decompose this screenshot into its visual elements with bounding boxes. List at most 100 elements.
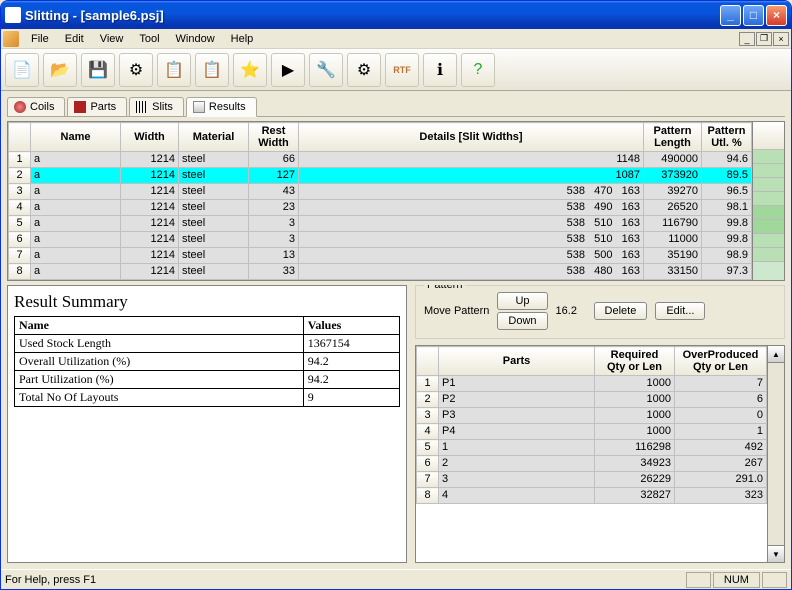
help-button[interactable]: ? — [461, 53, 495, 87]
tab-parts[interactable]: Parts — [67, 97, 127, 116]
mdi-restore-button[interactable]: ❐ — [756, 32, 772, 46]
rtf-button[interactable]: RTF — [385, 53, 419, 87]
menu-edit[interactable]: Edit — [57, 31, 92, 47]
menu-tool[interactable]: Tool — [131, 31, 167, 47]
coils-icon — [14, 101, 26, 113]
table-row[interactable]: 8432827323 — [417, 488, 767, 504]
scroll-up-icon[interactable]: ▲ — [768, 346, 784, 363]
mdi-buttons: _ ❐ × — [739, 32, 789, 46]
menu-window[interactable]: Window — [168, 31, 223, 47]
table-row[interactable]: 7a1214steel13538 500 1633519098.9 — [9, 248, 752, 264]
parts-col-rownum[interactable] — [417, 347, 439, 376]
tab-parts-label: Parts — [90, 101, 116, 113]
parts-scrollbar[interactable]: ▲ ▼ — [768, 345, 785, 563]
gear-button[interactable]: ⚙ — [347, 53, 381, 87]
tab-results-label: Results — [209, 101, 246, 113]
summary-col-values: Values — [303, 317, 399, 335]
parts-col-overproduced[interactable]: OverProduced Qty or Len — [675, 347, 767, 376]
window-buttons: _ □ × — [720, 5, 787, 26]
table-row[interactable]: 51116298492 — [417, 440, 767, 456]
close-button[interactable]: × — [766, 5, 787, 26]
col-pattern-length[interactable]: Pattern Length — [644, 123, 702, 152]
menu-help[interactable]: Help — [223, 31, 262, 47]
table-row[interactable]: 8a1214steel33538 480 1633315097.3 — [9, 264, 752, 280]
window-title: Slitting - [sample6.psj] — [25, 8, 720, 23]
tab-coils-label: Coils — [30, 101, 54, 113]
col-width[interactable]: Width — [121, 123, 179, 152]
status-blank — [686, 572, 711, 588]
parts-grid-wrap: Parts Required Qty or Len OverProduced Q… — [415, 345, 785, 563]
status-blank2 — [762, 572, 787, 588]
titlebar: Slitting - [sample6.psj] _ □ × — [1, 1, 791, 29]
open-button[interactable]: 📂 — [43, 53, 77, 87]
pattern-legend: Pattern — [424, 285, 465, 291]
save-button[interactable]: 💾 — [81, 53, 115, 87]
table-row[interactable]: 4a1214steel23538 490 1632652098.1 — [9, 200, 752, 216]
pattern-group: Pattern Move Pattern Up Down 16.2 Delete… — [415, 285, 785, 339]
parts-grid[interactable]: Parts Required Qty or Len OverProduced Q… — [415, 345, 768, 563]
table-row[interactable]: 3P310000 — [417, 408, 767, 424]
summary-table: Name Values Used Stock Length1367154Over… — [14, 316, 400, 407]
right-column: Pattern Move Pattern Up Down 16.2 Delete… — [415, 285, 785, 563]
menu-file[interactable]: File — [23, 31, 57, 47]
toolbar: 📄 📂 💾 ⚙ 📋 📋 ⭐ ▶ 🔧 ⚙ RTF ℹ ? — [1, 49, 791, 91]
run-button[interactable]: ▶ — [271, 53, 305, 87]
mdi-app-icon — [3, 31, 19, 47]
table-row[interactable]: 4P410001 — [417, 424, 767, 440]
favorite-button[interactable]: ⭐ — [233, 53, 267, 87]
parts-col-parts[interactable]: Parts — [439, 347, 595, 376]
parts-icon — [74, 101, 86, 113]
statusbar: For Help, press F1 NUM — [1, 569, 791, 589]
pattern-value: 16.2 — [556, 305, 586, 317]
table-row[interactable]: 2P210006 — [417, 392, 767, 408]
summary-col-name: Name — [15, 317, 304, 335]
table-row[interactable]: 5a1214steel3538 510 16311679099.8 — [9, 216, 752, 232]
app-icon — [5, 7, 21, 23]
edit-button[interactable]: Edit... — [655, 302, 705, 320]
scroll-down-icon[interactable]: ▼ — [768, 545, 784, 562]
summary-title: Result Summary — [14, 292, 400, 312]
summary-row: Overall Utilization (%)94.2 — [15, 353, 400, 371]
table-row[interactable]: 2a1214steel127108737392089.5 — [9, 168, 752, 184]
new-button[interactable]: 📄 — [5, 53, 39, 87]
summary-row: Used Stock Length1367154 — [15, 335, 400, 353]
tab-coils[interactable]: Coils — [7, 97, 65, 116]
move-pattern-label: Move Pattern — [424, 305, 489, 317]
col-rest-width[interactable]: Rest Width — [249, 123, 299, 152]
col-pattern-utl[interactable]: Pattern Utl. % — [702, 123, 752, 152]
app-window: Slitting - [sample6.psj] _ □ × File Edit… — [0, 0, 792, 590]
settings-button[interactable]: ⚙ — [119, 53, 153, 87]
menubar: File Edit View Tool Window Help _ ❐ × — [1, 29, 791, 49]
config-button[interactable]: 🔧 — [309, 53, 343, 87]
mdi-close-button[interactable]: × — [773, 32, 789, 46]
paste-button[interactable]: 📋 — [195, 53, 229, 87]
table-row[interactable]: 6a1214steel3538 510 1631100099.8 — [9, 232, 752, 248]
minimize-button[interactable]: _ — [720, 5, 741, 26]
results-grid[interactable]: Name Width Material Rest Width Details [… — [7, 121, 753, 281]
maximize-button[interactable]: □ — [743, 5, 764, 26]
tab-slits-label: Slits — [152, 101, 173, 113]
up-button[interactable]: Up — [497, 292, 547, 310]
table-row[interactable]: 1P110007 — [417, 376, 767, 392]
col-material[interactable]: Material — [179, 123, 249, 152]
tab-results[interactable]: Results — [186, 97, 257, 117]
results-grid-wrap: Name Width Material Rest Width Details [… — [7, 121, 785, 281]
menu-view[interactable]: View — [92, 31, 132, 47]
table-row[interactable]: 3a1214steel43538 470 1633927096.5 — [9, 184, 752, 200]
tab-slits[interactable]: Slits — [129, 97, 184, 116]
tab-bar: Coils Parts Slits Results — [7, 97, 785, 117]
table-row[interactable]: 1a1214steel66114849000094.6 — [9, 152, 752, 168]
col-name[interactable]: Name — [31, 123, 121, 152]
parts-col-required[interactable]: Required Qty or Len — [595, 347, 675, 376]
down-button[interactable]: Down — [497, 312, 547, 330]
summary-row: Part Utilization (%)94.2 — [15, 371, 400, 389]
table-row[interactable]: 6234923267 — [417, 456, 767, 472]
info-button[interactable]: ℹ — [423, 53, 457, 87]
col-details[interactable]: Details [Slit Widths] — [299, 123, 644, 152]
content-area: Coils Parts Slits Results Name Width Mat… — [1, 91, 791, 569]
delete-button[interactable]: Delete — [594, 302, 648, 320]
table-row[interactable]: 7326229291.0 — [417, 472, 767, 488]
col-rownum[interactable] — [9, 123, 31, 152]
copy-button[interactable]: 📋 — [157, 53, 191, 87]
mdi-minimize-button[interactable]: _ — [739, 32, 755, 46]
